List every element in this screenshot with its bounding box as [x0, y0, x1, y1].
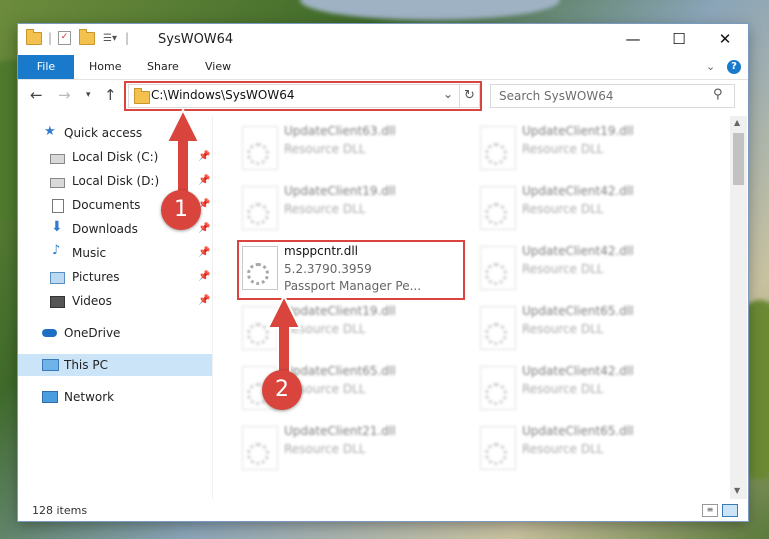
customize-toolbar-icon[interactable]: ☰▾ [103, 33, 117, 44]
window-title: SysWOW64 [158, 32, 234, 47]
details-view-icon[interactable]: ≡ [702, 504, 718, 517]
step-badge-1: 1 [161, 190, 201, 230]
pictures-icon [50, 272, 65, 284]
file-item[interactable]: UpdateClient65.dll Resource DLL [474, 422, 704, 478]
dll-file-icon [242, 426, 278, 470]
maximize-button[interactable]: ☐ [656, 24, 702, 55]
ribbon-tabs: File Home Share View ⌄ ? [18, 55, 748, 80]
recent-locations-icon[interactable]: ▾ [86, 90, 91, 100]
large-icons-view-icon[interactable] [722, 504, 738, 517]
nav-music[interactable]: ♪ Music 📌 [18, 242, 212, 264]
nav-onedrive[interactable]: OneDrive [18, 322, 212, 344]
search-input[interactable]: Search SysWOW64 ⚲ [490, 84, 735, 108]
dll-file-icon [480, 126, 516, 170]
drive-icon [50, 178, 65, 188]
back-arrow-icon[interactable]: ← [30, 86, 43, 104]
minimize-button[interactable]: — [610, 24, 656, 55]
file-item[interactable]: UpdateClient42.dll Resource DLL [474, 182, 704, 238]
scroll-up-icon[interactable]: ▲ [734, 118, 740, 127]
pin-icon[interactable]: 📌 [198, 218, 210, 240]
status-bar: 128 items ≡ [18, 500, 748, 521]
documents-icon [52, 199, 64, 213]
forward-arrow-icon[interactable]: → [58, 86, 71, 104]
nav-this-pc[interactable]: This PC [18, 354, 212, 376]
explorer-window: | ✓ ☰▾ | SysWOW64 — ☐ ✕ File Home Share … [18, 24, 748, 521]
dll-file-icon [242, 186, 278, 230]
item-count: 128 items [32, 504, 88, 517]
step-badge-2: 2 [262, 370, 302, 410]
tab-file[interactable]: File [18, 55, 74, 79]
file-item[interactable]: UpdateClient19.dll Resource DLL [236, 182, 466, 238]
downloads-icon: ⬇ [51, 219, 63, 235]
up-arrow-icon[interactable]: ↑ [104, 86, 117, 104]
music-icon: ♪ [52, 243, 61, 258]
videos-icon [50, 296, 65, 308]
dll-file-icon [480, 306, 516, 350]
scrollbar-thumb[interactable] [733, 133, 744, 185]
properties-icon[interactable]: ✓ [58, 31, 72, 45]
file-item[interactable]: UpdateClient42.dll Resource DLL [474, 362, 704, 418]
computer-icon [42, 359, 59, 371]
quick-access-toolbar: | ✓ ☰▾ | [26, 28, 129, 45]
file-item[interactable]: UpdateClient42.dll Resource DLL [474, 242, 704, 298]
address-highlight-box [124, 81, 482, 111]
expand-ribbon-icon[interactable]: ⌄ [706, 55, 715, 79]
star-icon: ★ [44, 124, 56, 139]
file-item[interactable]: UpdateClient19.dll Resource DLL [474, 122, 704, 178]
nav-videos[interactable]: Videos 📌 [18, 290, 212, 312]
nav-network[interactable]: Network [18, 386, 212, 408]
tab-view[interactable]: View [205, 55, 231, 79]
file-item[interactable]: UpdateClient21.dll Resource DLL [236, 422, 466, 478]
help-icon[interactable]: ? [727, 60, 741, 74]
title-bar: | ✓ ☰▾ | SysWOW64 — ☐ ✕ [18, 24, 748, 55]
new-folder-icon[interactable] [79, 28, 96, 45]
drive-icon [50, 154, 65, 164]
pane-divider [212, 116, 213, 499]
folder-icon [26, 28, 42, 45]
scroll-down-icon[interactable]: ▼ [734, 486, 740, 495]
file-item[interactable]: UpdateClient63.dll Resource DLL [236, 122, 466, 178]
dll-file-icon [480, 366, 516, 410]
network-icon [42, 391, 58, 403]
pin-icon[interactable]: 📌 [198, 242, 210, 264]
pin-icon[interactable]: 📌 [198, 266, 210, 288]
tab-home[interactable]: Home [89, 55, 121, 79]
cloud-icon [42, 329, 57, 337]
dll-file-icon [480, 186, 516, 230]
tab-share[interactable]: Share [147, 55, 179, 79]
dll-file-icon [480, 246, 516, 290]
close-button[interactable]: ✕ [702, 24, 748, 55]
file-highlight-box [237, 240, 465, 300]
nav-pictures[interactable]: Pictures 📌 [18, 266, 212, 288]
vertical-scrollbar[interactable]: ▲ ▼ [730, 116, 747, 499]
pin-icon[interactable]: 📌 [198, 290, 210, 312]
dll-file-icon [480, 426, 516, 470]
search-placeholder: Search SysWOW64 [499, 89, 614, 103]
file-item[interactable]: UpdateClient65.dll Resource DLL [474, 302, 704, 358]
search-icon: ⚲ [713, 87, 723, 102]
dll-file-icon [242, 126, 278, 170]
